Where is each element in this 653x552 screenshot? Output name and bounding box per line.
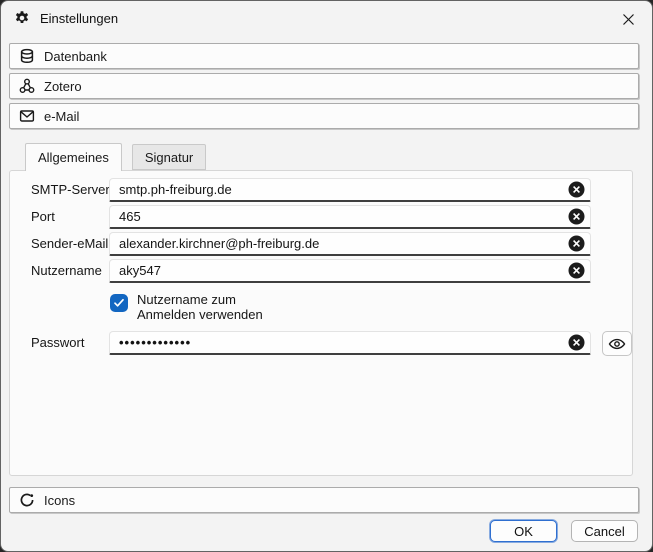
port-field-wrap — [109, 205, 591, 229]
section-email[interactable]: e-Mail — [9, 103, 639, 129]
clear-icon[interactable] — [568, 181, 585, 198]
password-input[interactable] — [109, 331, 591, 355]
tab-allgemeines[interactable]: Allgemeines — [25, 143, 122, 171]
port-label: Port — [31, 205, 55, 229]
sender-email-input[interactable] — [109, 232, 591, 256]
username-input[interactable] — [109, 259, 591, 283]
section-label: Zotero — [44, 79, 82, 94]
checkmark-icon — [113, 297, 125, 309]
gear-icon — [14, 10, 30, 26]
username-label: Nutzername — [31, 259, 102, 283]
clear-icon[interactable] — [568, 208, 585, 225]
username-field-wrap — [109, 259, 591, 283]
section-label: Datenbank — [44, 49, 107, 64]
close-icon[interactable] — [613, 6, 643, 32]
tab-label: Signatur — [145, 150, 193, 165]
section-icons[interactable]: Icons — [9, 487, 639, 513]
use-username-checkbox[interactable] — [110, 294, 128, 312]
password-field-wrap — [109, 331, 591, 355]
smtp-server-input[interactable] — [109, 178, 591, 202]
port-input[interactable] — [109, 205, 591, 229]
eye-icon — [608, 337, 626, 351]
email-tabbar: Allgemeines Signatur — [25, 143, 206, 171]
section-label: Icons — [44, 493, 75, 508]
section-datenbank[interactable]: Datenbank — [9, 43, 639, 69]
cancel-button[interactable]: Cancel — [571, 520, 638, 542]
clear-icon[interactable] — [568, 334, 585, 351]
refresh-icon — [19, 492, 35, 508]
sender-email-field-wrap — [109, 232, 591, 256]
zotero-icon — [19, 78, 35, 94]
use-username-checkbox-label: Nutzername zum Anmelden verwenden — [137, 292, 263, 322]
tab-signatur[interactable]: Signatur — [132, 144, 206, 170]
sender-email-label: Sender-eMail — [31, 232, 108, 256]
clear-icon[interactable] — [568, 262, 585, 279]
titlebar: Einstellungen — [1, 1, 652, 35]
section-label: e-Mail — [44, 109, 79, 124]
smtp-server-field-wrap — [109, 178, 591, 202]
show-password-button[interactable] — [602, 331, 632, 356]
clear-icon[interactable] — [568, 235, 585, 252]
password-label: Passwort — [31, 331, 84, 355]
smtp-server-label: SMTP-Server — [31, 178, 110, 202]
database-icon — [19, 48, 35, 64]
ok-button[interactable]: OK — [490, 520, 557, 542]
dialog-title: Einstellungen — [40, 11, 118, 26]
settings-dialog: Einstellungen Datenbank Zotero e-Mail Al… — [0, 0, 653, 552]
tab-label: Allgemeines — [38, 150, 109, 165]
section-zotero[interactable]: Zotero — [9, 73, 639, 99]
mail-icon — [19, 108, 35, 124]
